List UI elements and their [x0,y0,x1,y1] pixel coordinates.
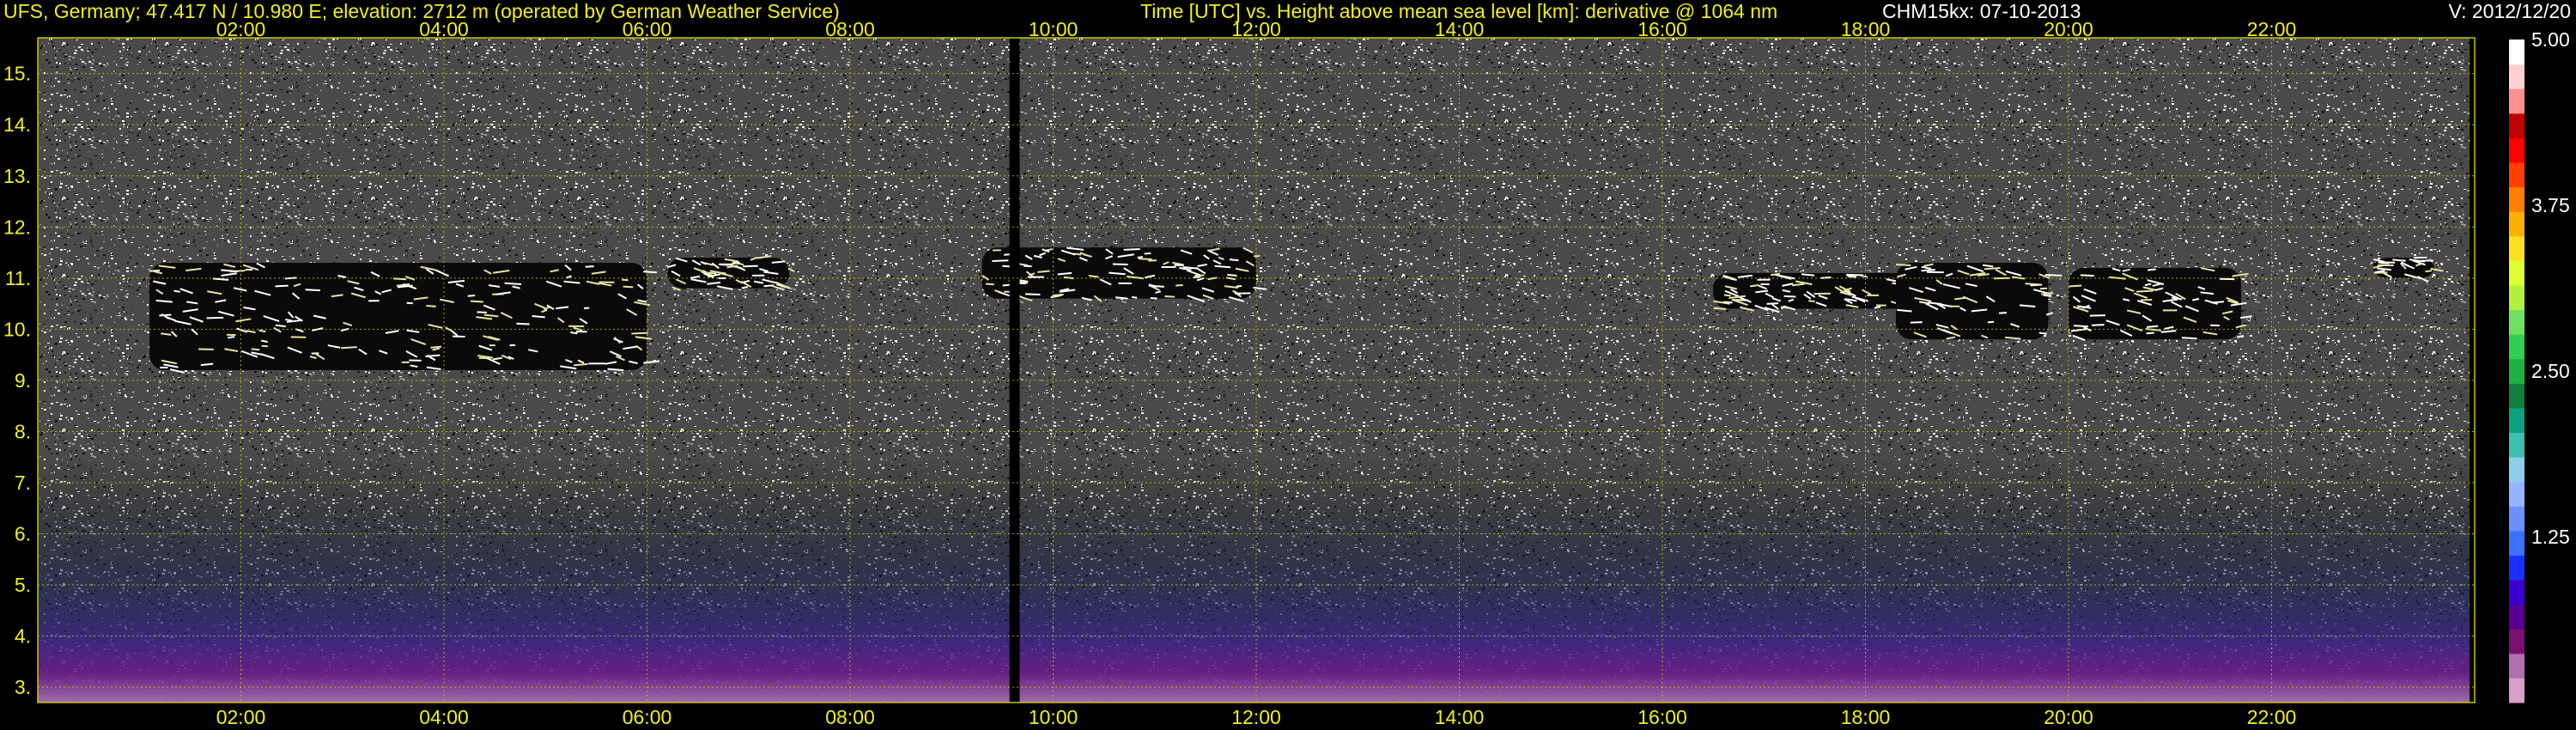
x-tick-label-bottom: 04:00 [419,706,469,728]
ceilometer-chart: 3. 4. 5. 6. 7. 8. 9. 10. 11. 12. 13. 14. 15. 02:00 04… [0,0,2576,730]
cloud-layer [149,262,660,374]
colorbar-segment [2509,64,2524,89]
colorbar-segment [2509,186,2524,212]
x-tick-label-bottom: 20:00 [2044,706,2093,728]
x-tick-label-bottom: 06:00 [623,706,672,728]
x-tick-label-bottom: 18:00 [1841,706,1891,728]
colorbar-segment [2509,284,2524,311]
colorbar-tick-label: 1.25 [2531,526,2570,548]
colorbar-segment [2509,407,2524,434]
y-tick-label: 14. [3,113,31,136]
colorbar-segment [2509,653,2524,679]
y-tick-label: 12. [3,216,31,238]
colorbar-segment [2509,334,2524,360]
cloud-layer [981,246,1267,302]
colorbar-segment [2509,506,2524,532]
x-tick-label-bottom: 16:00 [1637,706,1687,728]
y-tick-label: 6. [15,523,31,545]
colorbar-segment [2509,383,2524,409]
site-info-text: UFS, Germany; 47.417 N / 10.980 E; eleva… [3,0,840,22]
colorbar-segment [2509,678,2524,703]
y-tick-label: 15. [3,63,31,85]
colorbar-segment [2509,113,2524,138]
colorbar-tick-label: 5.00 [2531,28,2570,51]
y-tick-label: 13. [3,165,31,187]
colorbar-segment [2509,481,2524,507]
x-tick-label-bottom: 02:00 [216,706,266,728]
data-gap-band [2470,38,2476,703]
colorbar-segment [2509,604,2524,630]
y-tick-label: 7. [15,471,31,494]
colorbar-segment [2509,629,2524,654]
colorbar-segment [2509,40,2524,65]
colorbar-segment [2509,88,2524,114]
version-text: V: 2012/12/20 [2448,0,2571,22]
y-tick-label: 3. [15,676,31,698]
cloud-layer [666,255,795,292]
x-tick-label-bottom: 14:00 [1435,706,1485,728]
instrument-date-text: CHM15kx: 07-10-2013 [1882,0,2081,22]
colorbar-segment [2509,358,2524,384]
x-tick-label-bottom: 10:00 [1029,706,1078,728]
x-tick-label-bottom: 08:00 [825,706,875,728]
x-tick-label-top: 10:00 [1029,18,1078,40]
colorbar-segment [2509,530,2524,557]
x-tick-label-bottom: 22:00 [2247,706,2297,728]
colorbar-segment [2509,309,2524,335]
colorbar-tick-label: 3.75 [2531,194,2570,216]
cloud-layer [1713,270,1928,313]
chart-title: Time [UTC] vs. Height above mean sea lev… [1140,0,1778,22]
cloud-layer [1895,262,2063,340]
y-tick-label: 10. [3,318,31,340]
y-tick-label: 8. [15,420,31,442]
y-tick-label: 11. [5,267,31,289]
data-gap-band [1009,38,1020,703]
colorbar-segment [2509,235,2524,261]
colorbar-segment [2509,555,2524,581]
colorbar-segment [2509,137,2524,163]
colorbar-segment [2509,432,2524,458]
y-tick-label: 9. [15,369,31,392]
x-tick-label-bottom: 12:00 [1231,706,1281,728]
colorbar-segment [2509,161,2524,188]
colorbar-segment [2509,457,2524,483]
y-tick-label: 4. [15,625,31,648]
colorbar-tick-label: 2.50 [2531,360,2570,382]
colorbar-segment [2509,580,2524,605]
colorbar-segment [2509,260,2524,286]
x-tick-label-top: 22:00 [2247,18,2297,40]
colorbar-segment [2509,211,2524,237]
y-tick-label: 5. [15,574,31,596]
